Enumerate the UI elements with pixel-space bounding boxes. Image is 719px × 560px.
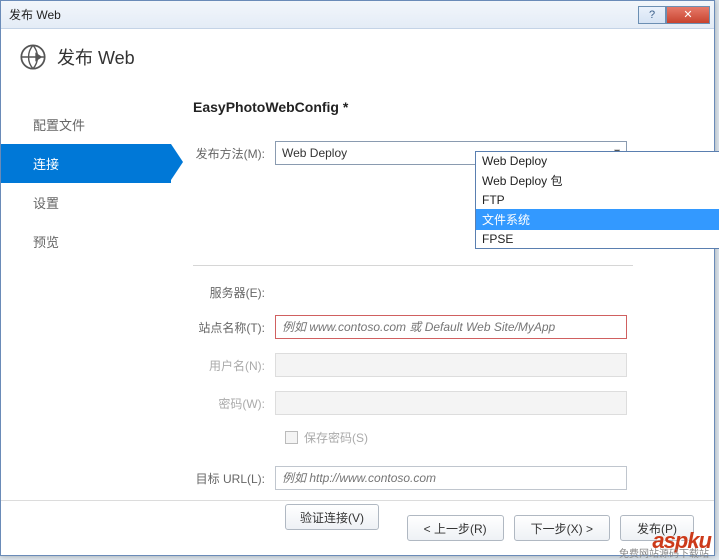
dropdown-option-filesystem[interactable]: 文件系统 [476, 209, 719, 230]
sitename-input[interactable] [275, 315, 627, 339]
form-area: EasyPhotoWebConfig * 发布方法(M): Web Deploy… [171, 81, 714, 530]
wizard-sidebar: 配置文件 连接 设置 预览 [1, 81, 171, 530]
divider [193, 265, 633, 266]
username-input[interactable] [275, 353, 627, 377]
publish-method-label: 发布方法(M): [193, 145, 275, 162]
config-name: EasyPhotoWebConfig * [193, 99, 684, 115]
dialog-footer: < 上一步(R) 下一步(X) > 发布(P) [1, 500, 714, 541]
username-label: 用户名(N): [193, 357, 275, 374]
desturl-input[interactable] [275, 466, 627, 490]
titlebar-title: 发布 Web [9, 6, 638, 23]
sidebar-item-profile[interactable]: 配置文件 [1, 105, 171, 144]
publish-method-value: Web Deploy [282, 146, 347, 160]
desturl-label: 目标 URL(L): [193, 470, 275, 487]
sidebar-item-connection[interactable]: 连接 [1, 144, 171, 183]
help-button[interactable]: ? [638, 6, 666, 24]
globe-publish-icon [19, 43, 47, 71]
save-password-label: 保存密码(S) [304, 429, 368, 446]
password-input[interactable] [275, 391, 627, 415]
dropdown-option-ftp[interactable]: FTP [476, 191, 719, 209]
sidebar-item-settings[interactable]: 设置 [1, 183, 171, 222]
server-label: 服务器(E): [193, 284, 275, 301]
dialog-header: 发布 Web [1, 29, 714, 81]
titlebar: 发布 Web ? ✕ [1, 1, 714, 29]
dropdown-option-web-deploy[interactable]: Web Deploy [476, 152, 719, 170]
dropdown-option-fpse[interactable]: FPSE [476, 230, 719, 248]
publish-web-dialog: 发布 Web ? ✕ 发布 Web 配置文件 连接 设置 预览 EasyPhot… [0, 0, 715, 556]
dialog-title: 发布 Web [57, 44, 135, 70]
previous-button[interactable]: < 上一步(R) [407, 515, 504, 541]
sitename-label: 站点名称(T): [193, 319, 275, 336]
close-button[interactable]: ✕ [666, 6, 710, 24]
save-password-checkbox[interactable] [285, 431, 298, 444]
password-label: 密码(W): [193, 395, 275, 412]
watermark-subtitle: 免费网站源码下载站 [619, 545, 709, 560]
publish-method-dropdown: Web Deploy Web Deploy 包 FTP 文件系统 FPSE [475, 151, 719, 249]
dropdown-option-web-deploy-package[interactable]: Web Deploy 包 [476, 170, 719, 191]
sidebar-item-preview[interactable]: 预览 [1, 222, 171, 261]
next-button[interactable]: 下一步(X) > [514, 515, 610, 541]
